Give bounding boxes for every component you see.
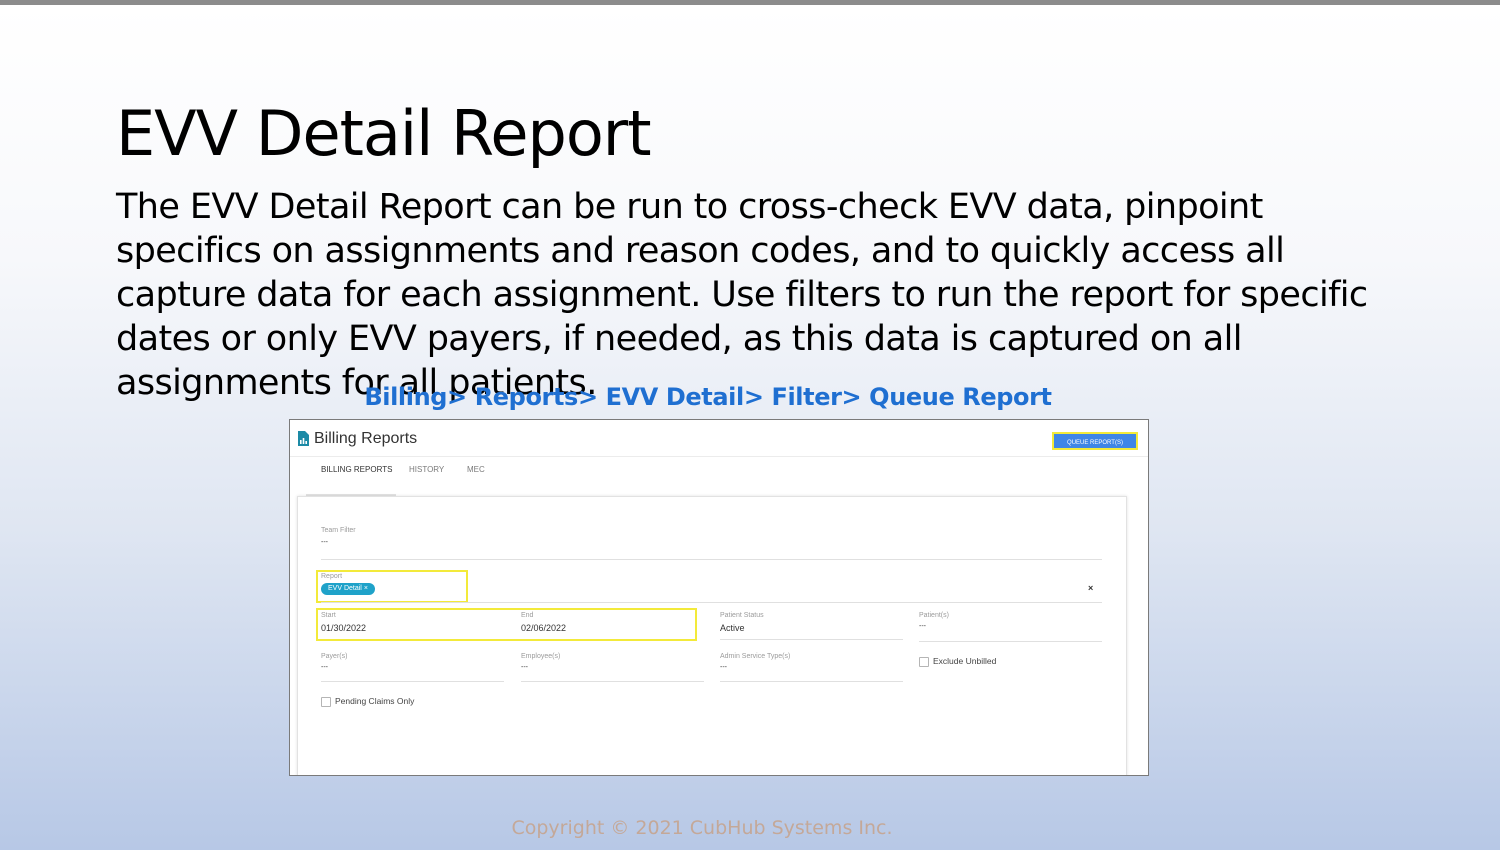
start-date-field[interactable]: 01/30/2022: [321, 623, 366, 633]
team-filter-underline: [321, 559, 1102, 560]
employees-field[interactable]: ---: [521, 664, 528, 671]
employees-label: Employee(s): [521, 653, 561, 660]
queue-reports-button[interactable]: QUEUE REPORT(S): [1052, 432, 1138, 450]
tab-mec[interactable]: MEC: [467, 465, 485, 474]
filter-card: Team Filter --- Report EVV Detail × × St…: [297, 496, 1127, 775]
tab-history[interactable]: HISTORY: [409, 465, 444, 474]
slide-title: EVV Detail Report: [116, 97, 652, 170]
team-filter-field[interactable]: ---: [321, 539, 328, 546]
patient-status-label: Patient Status: [720, 612, 764, 619]
admin-service-types-field[interactable]: ---: [720, 664, 727, 671]
chip-close-icon[interactable]: ×: [364, 585, 368, 592]
payers-field[interactable]: ---: [321, 664, 328, 671]
clear-report-icon[interactable]: ×: [1088, 583, 1093, 593]
report-chip-evv-detail[interactable]: EVV Detail ×: [321, 583, 375, 595]
patient-status-underline: [720, 639, 903, 640]
exclude-unbilled-label: Exclude Unbilled: [933, 656, 997, 666]
team-filter-label: Team Filter: [321, 527, 356, 534]
app-header: Billing Reports QUEUE REPORT(S): [290, 420, 1148, 457]
payers-label: Payer(s): [321, 653, 348, 660]
patients-field[interactable]: ---: [919, 623, 926, 630]
billing-reports-screenshot: Billing Reports QUEUE REPORT(S) BILLING …: [289, 419, 1149, 776]
patient-status-select[interactable]: Active: [720, 623, 745, 633]
tab-billing-reports[interactable]: BILLING REPORTS: [321, 465, 392, 474]
pending-claims-only-label: Pending Claims Only: [335, 696, 415, 706]
app-title: Billing Reports: [314, 430, 418, 447]
exclude-unbilled-checkbox[interactable]: [919, 657, 929, 667]
employees-underline: [521, 681, 704, 682]
admin-service-types-label: Admin Service Type(s): [720, 653, 791, 660]
patients-underline: [919, 641, 1102, 642]
report-label: Report: [321, 573, 343, 580]
report-chip-label: EVV Detail: [328, 585, 362, 592]
end-date-label: End: [521, 612, 534, 619]
report-underline: [321, 602, 1102, 603]
date-range-highlight: [316, 608, 697, 641]
slide: EVV Detail Report The EVV Detail Report …: [0, 0, 1500, 850]
start-date-label: Start: [321, 612, 336, 619]
payers-underline: [321, 681, 504, 682]
pending-claims-only-checkbox[interactable]: [321, 697, 331, 707]
admin-service-types-underline: [720, 681, 903, 682]
slide-body-text: The EVV Detail Report can be run to cros…: [116, 187, 1368, 403]
report-icon: [298, 431, 309, 446]
navigation-path: Billing> Reports> EVV Detail> Filter> Qu…: [364, 383, 1052, 411]
end-date-field[interactable]: 02/06/2022: [521, 623, 566, 633]
patients-label: Patient(s): [919, 612, 949, 619]
copyright-footer: Copyright © 2021 CubHub Systems Inc.: [511, 817, 893, 839]
